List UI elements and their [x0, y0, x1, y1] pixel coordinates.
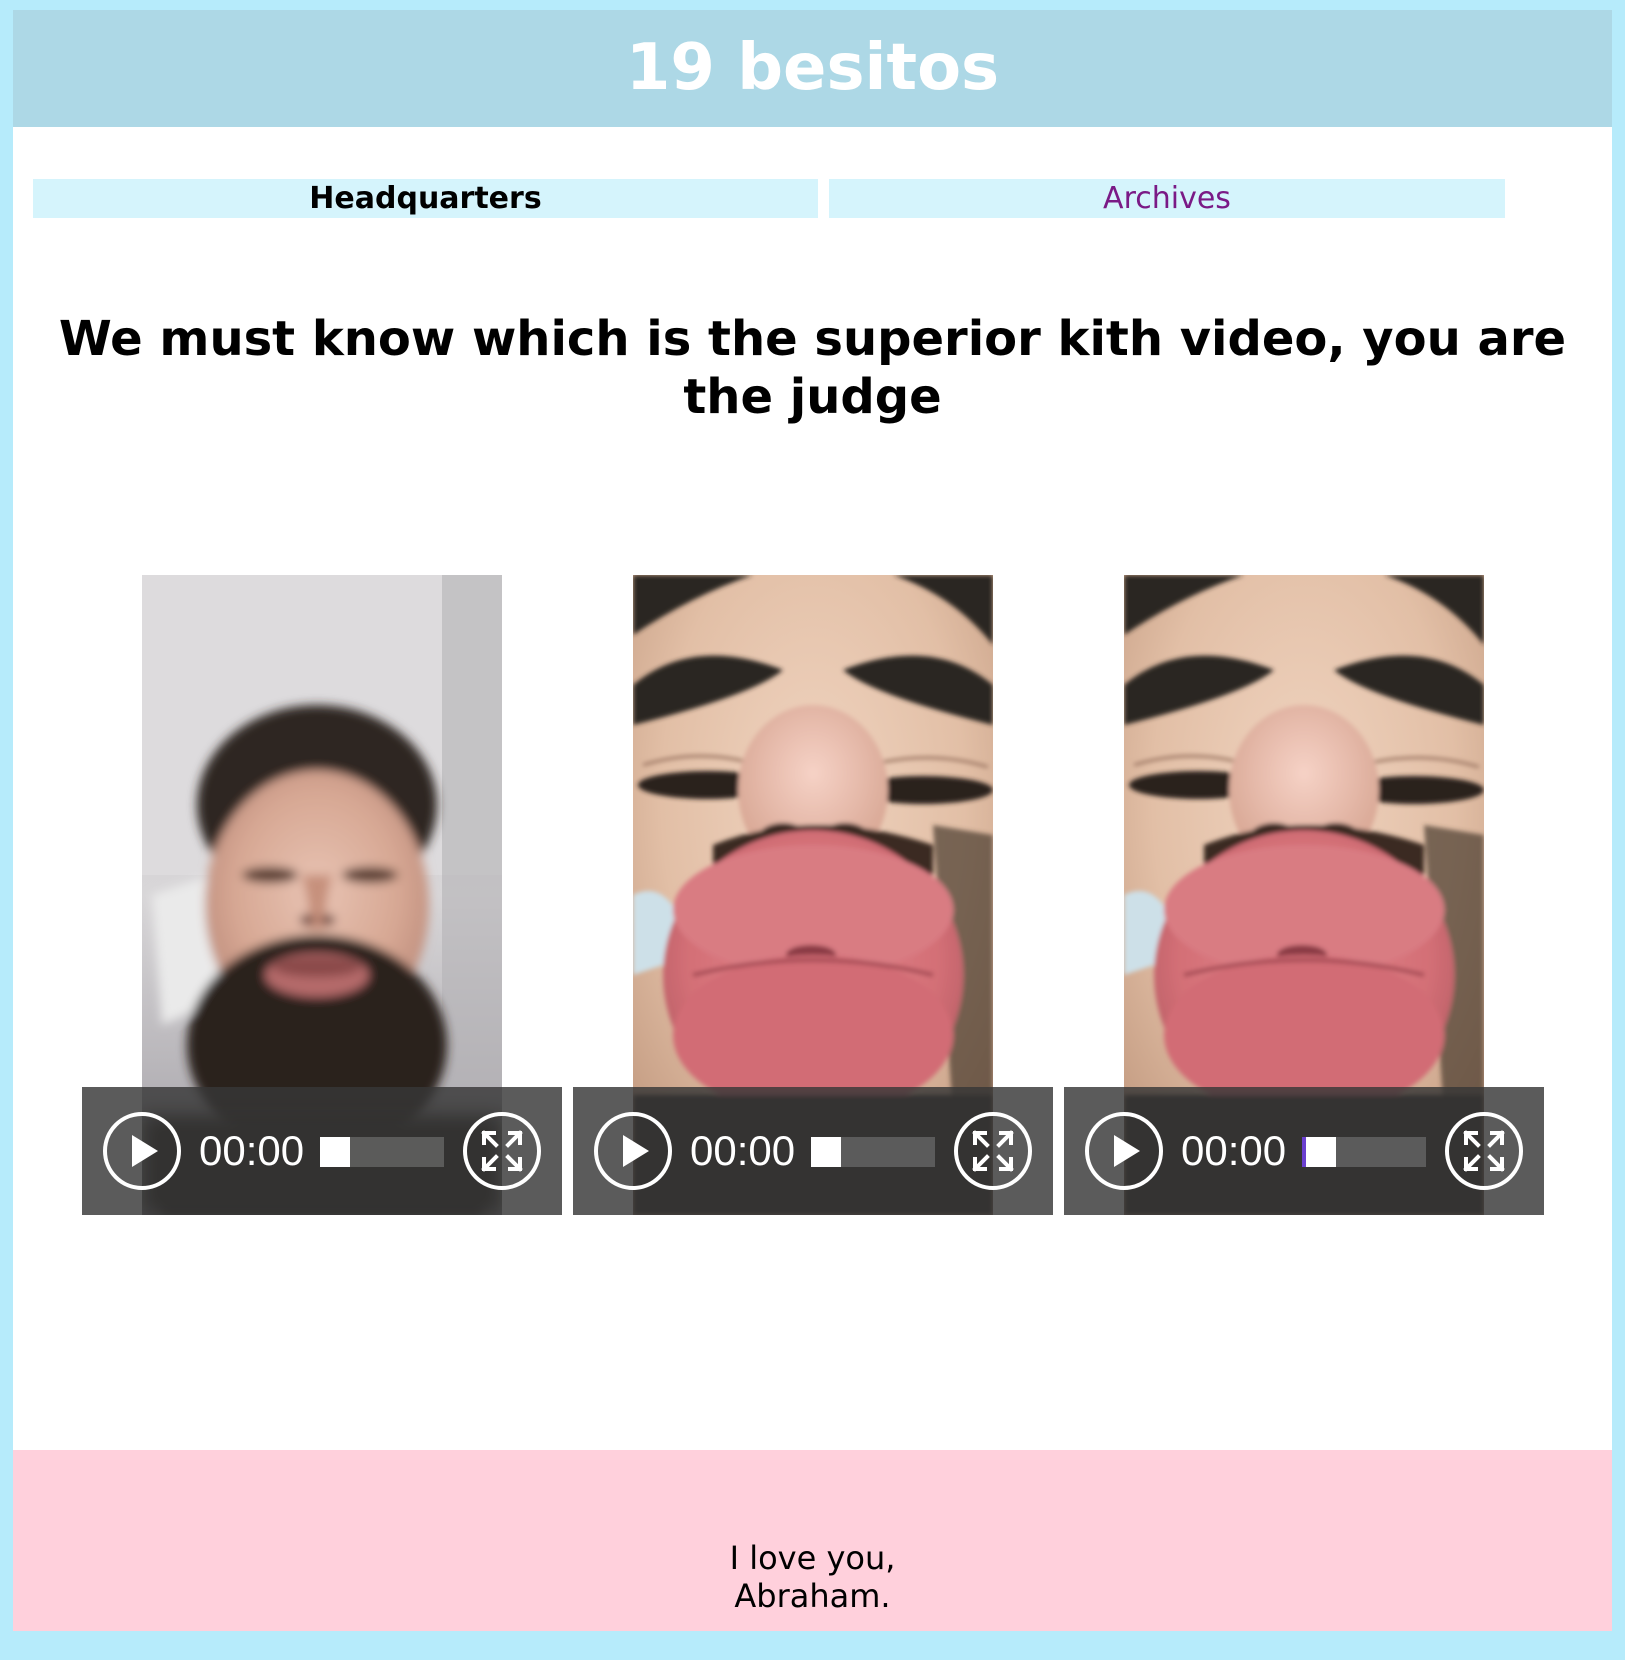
play-button[interactable]: [1084, 1111, 1164, 1191]
footer-line-2: Abraham.: [734, 1577, 891, 1615]
site-title: 19 besitos: [625, 31, 1000, 105]
play-button[interactable]: [102, 1111, 182, 1191]
seek-bar[interactable]: [811, 1137, 935, 1167]
video-controls: 00:00: [82, 1087, 562, 1215]
page: 19 besitos Headquarters Archives We must…: [13, 10, 1612, 1631]
seek-bar[interactable]: [320, 1137, 444, 1167]
video-player-2[interactable]: 00:00: [573, 575, 1053, 1215]
site-header: 19 besitos: [13, 10, 1612, 127]
fullscreen-icon: [954, 1112, 1032, 1190]
time-display: 00:00: [199, 1127, 305, 1174]
site-footer: I love you, Abraham.: [13, 1450, 1612, 1631]
nav-archives-link[interactable]: Archives: [829, 179, 1505, 218]
fullscreen-button[interactable]: [1444, 1111, 1524, 1191]
footer-line-1: I love you,: [729, 1539, 896, 1577]
time-display: 00:00: [1181, 1127, 1287, 1174]
fullscreen-button[interactable]: [462, 1111, 542, 1191]
video-player-3[interactable]: 00:00: [1064, 575, 1544, 1215]
video-player-1[interactable]: 00:00: [82, 575, 562, 1215]
fullscreen-icon: [463, 1112, 541, 1190]
seek-thumb[interactable]: [811, 1137, 841, 1167]
seek-thumb[interactable]: [1306, 1137, 1336, 1167]
play-icon: [594, 1112, 672, 1190]
footer-message: I love you, Abraham.: [13, 1539, 1612, 1615]
seek-bar[interactable]: [1302, 1137, 1426, 1167]
play-icon: [1085, 1112, 1163, 1190]
video-controls: 00:00: [573, 1087, 1053, 1215]
play-button[interactable]: [593, 1111, 673, 1191]
page-heading: We must know which is the superior kith …: [58, 311, 1567, 425]
fullscreen-icon: [1445, 1112, 1523, 1190]
nav-headquarters-link[interactable]: Headquarters: [33, 179, 818, 218]
play-icon: [103, 1112, 181, 1190]
time-display: 00:00: [690, 1127, 796, 1174]
seek-thumb[interactable]: [320, 1137, 350, 1167]
video-controls: 00:00: [1064, 1087, 1544, 1215]
fullscreen-button[interactable]: [953, 1111, 1033, 1191]
